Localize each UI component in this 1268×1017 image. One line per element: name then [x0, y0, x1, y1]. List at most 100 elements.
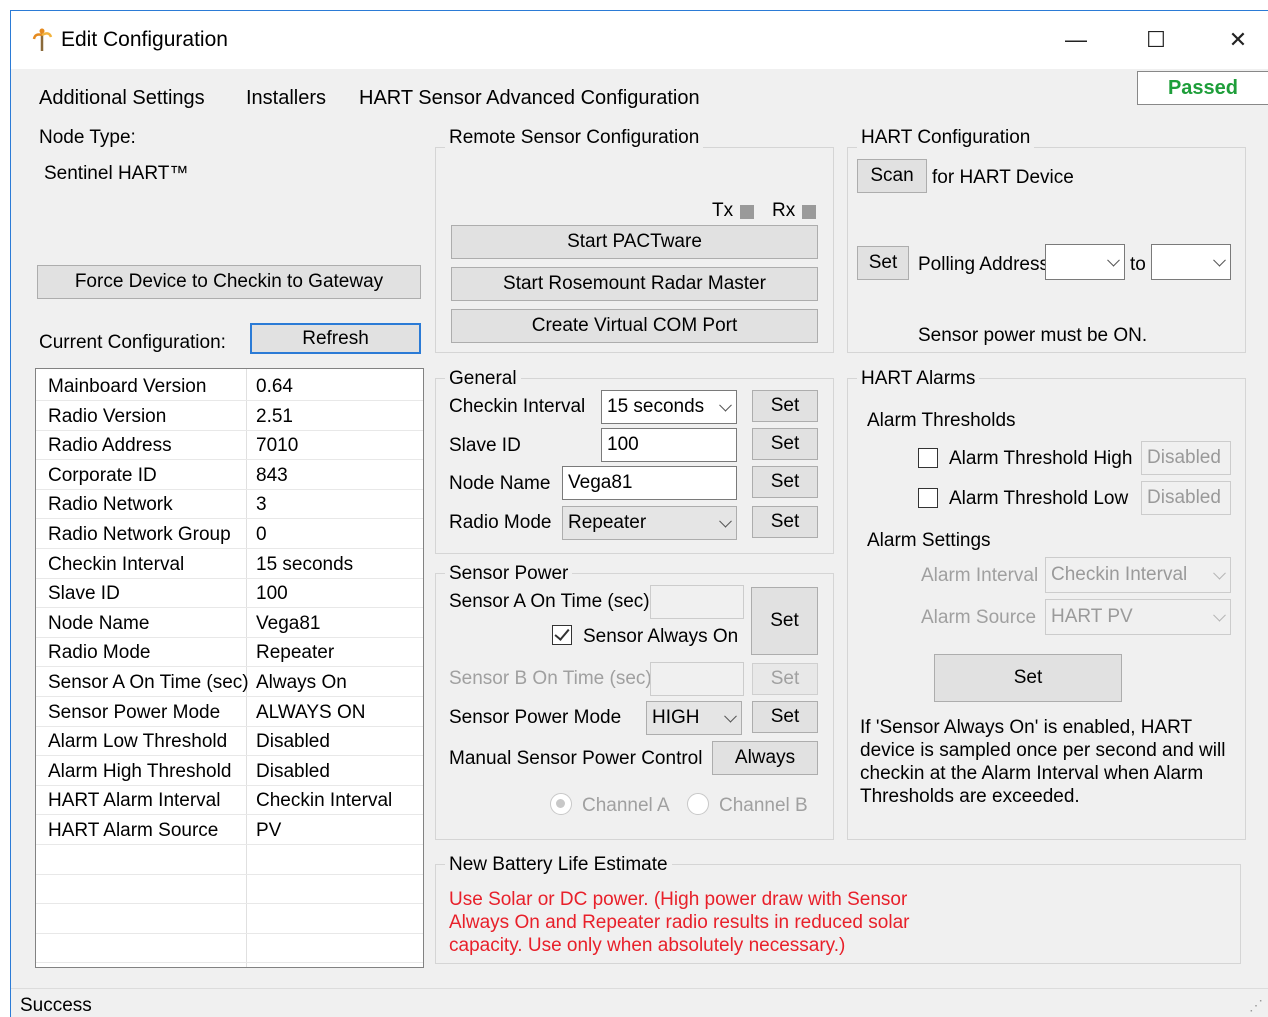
- tx-indicator: [740, 205, 754, 219]
- config-value: 0.64: [256, 376, 293, 397]
- config-key: Alarm Low Threshold: [48, 731, 228, 753]
- radio-mode-value: Repeater: [568, 512, 647, 533]
- radio-mode-set-button[interactable]: Set: [752, 506, 818, 538]
- close-icon[interactable]: ✕: [1215, 25, 1261, 55]
- resize-grip-icon[interactable]: ⋰: [1249, 997, 1263, 1014]
- config-value: Always On: [256, 672, 347, 693]
- channel-a-label: Channel A: [582, 795, 670, 816]
- chevron-down-icon: [719, 514, 732, 528]
- slave-id-label: Slave ID: [449, 435, 521, 456]
- config-key: HART Alarm Interval: [48, 790, 221, 812]
- slave-id-input[interactable]: 100: [601, 428, 737, 462]
- sensor-power-mode-select[interactable]: HIGH: [646, 701, 742, 735]
- node-name-set-button[interactable]: Set: [752, 466, 818, 498]
- alarm-threshold-low-label: Alarm Threshold Low: [949, 488, 1129, 509]
- table-row: Sensor A On Time (sec) Always On: [36, 667, 423, 697]
- config-key: Sensor Power Mode: [48, 701, 221, 723]
- sensor-always-on-checkbox[interactable]: [552, 625, 572, 645]
- slave-id-set-button[interactable]: Set: [752, 428, 818, 460]
- channel-b-radio[interactable]: [687, 793, 709, 815]
- start-pactware-button[interactable]: Start PACTware: [451, 225, 818, 259]
- manual-power-always-button[interactable]: Always: [712, 741, 818, 775]
- config-value: Disabled: [256, 760, 330, 782]
- table-row: Mainboard Version 0.64: [36, 371, 423, 401]
- hart-alarms-title: HART Alarms: [857, 368, 980, 390]
- battery-warning-line2: Always On and Repeater radio results in …: [449, 912, 910, 933]
- channel-a-radio[interactable]: [550, 793, 572, 815]
- sensor-b-set-button[interactable]: Set: [752, 663, 818, 695]
- table-row: Alarm High Threshold Disabled: [36, 756, 423, 786]
- menu-installers[interactable]: Installers: [246, 87, 326, 110]
- table-row: Radio Version 2.51: [36, 401, 423, 431]
- polling-address-to-select[interactable]: [1151, 244, 1231, 280]
- config-value: 843: [256, 464, 288, 486]
- polling-address-from-select[interactable]: [1045, 244, 1125, 280]
- sensor-power-note: Sensor power must be ON.: [918, 325, 1148, 346]
- alarm-threshold-low-checkbox[interactable]: [918, 488, 938, 508]
- node-name-input[interactable]: Vega81: [562, 466, 737, 500]
- window-title: Edit Configuration: [61, 28, 228, 51]
- polling-set-button[interactable]: Set: [857, 246, 909, 280]
- config-key: Radio Network: [48, 494, 173, 516]
- table-row: HART Alarm Interval Checkin Interval: [36, 785, 423, 816]
- checkin-interval-set-button[interactable]: Set: [752, 390, 818, 422]
- config-key: Radio Version: [48, 405, 167, 427]
- table-row: Corporate ID 843: [36, 460, 423, 490]
- config-value: Repeater: [256, 642, 335, 664]
- checkin-interval-select[interactable]: 15 seconds: [601, 390, 737, 424]
- radio-mode-select[interactable]: Repeater: [562, 506, 737, 540]
- alarm-threshold-high-checkbox[interactable]: [918, 448, 938, 468]
- menu-bar: Additional Settings Installers HART Sens…: [11, 69, 1268, 117]
- table-row: Radio Address 7010: [36, 430, 423, 461]
- alarm-interval-value: Checkin Interval: [1051, 564, 1188, 585]
- refresh-button[interactable]: Refresh: [250, 323, 421, 354]
- sensor-b-label: Sensor B On Time (sec): [449, 668, 652, 689]
- alarm-set-button[interactable]: Set: [934, 654, 1122, 702]
- start-radar-master-button[interactable]: Start Rosemount Radar Master: [451, 267, 818, 301]
- battery-warning-line1: Use Solar or DC power. (High power draw …: [449, 889, 908, 910]
- alarm-settings-label: Alarm Settings: [867, 530, 991, 551]
- config-key: HART Alarm Source: [48, 820, 219, 841]
- alarm-info-line4: Thresholds are exceeded.: [860, 786, 1080, 807]
- chevron-down-icon: [1213, 253, 1226, 267]
- status-bar: Success ⋰: [11, 988, 1268, 1017]
- scan-button[interactable]: Scan: [857, 159, 927, 193]
- maximize-icon[interactable]: ☐: [1133, 25, 1179, 55]
- table-row: [36, 933, 423, 964]
- node-type-value: Sentinel HART™: [44, 163, 189, 184]
- sensor-a-set-button[interactable]: Set: [751, 587, 818, 655]
- chevron-down-icon: [1107, 253, 1120, 267]
- status-text: Success: [20, 995, 92, 1016]
- menu-hart-advanced[interactable]: HART Sensor Advanced Configuration: [359, 87, 700, 110]
- tx-label: Tx: [712, 200, 734, 221]
- minimize-icon[interactable]: —: [1053, 25, 1099, 55]
- config-value: 7010: [256, 435, 299, 457]
- config-key: Slave ID: [48, 583, 120, 605]
- sensor-power-mode-value: HIGH: [652, 707, 700, 728]
- hart-configuration-title: HART Configuration: [857, 127, 1035, 149]
- config-value: Disabled: [256, 731, 330, 753]
- node-type-label: Node Type:: [39, 127, 136, 148]
- create-com-port-button[interactable]: Create Virtual COM Port: [451, 309, 818, 343]
- force-checkin-button[interactable]: Force Device to Checkin to Gateway: [37, 265, 421, 299]
- sensor-a-on-time-input[interactable]: [650, 585, 744, 619]
- table-row: [36, 874, 423, 905]
- chevron-down-icon: [1213, 566, 1226, 580]
- config-key: Mainboard Version: [48, 376, 207, 397]
- sensor-power-mode-set-button[interactable]: Set: [752, 701, 818, 733]
- battery-warning-line3: capacity. Use only when absolutely neces…: [449, 935, 846, 956]
- alarm-interval-select[interactable]: Checkin Interval: [1045, 557, 1231, 593]
- sensor-a-label: Sensor A On Time (sec): [449, 591, 650, 612]
- rx-label: Rx: [772, 200, 796, 221]
- sensor-power-mode-label: Sensor Power Mode: [449, 707, 622, 728]
- sensor-power-title: Sensor Power: [445, 563, 573, 585]
- alarm-thresholds-label: Alarm Thresholds: [867, 410, 1016, 431]
- alarm-source-select[interactable]: HART PV: [1045, 599, 1231, 635]
- sensor-b-on-time-input[interactable]: [650, 662, 744, 696]
- alarm-threshold-high-input[interactable]: Disabled: [1141, 441, 1231, 475]
- alarm-threshold-low-input[interactable]: Disabled: [1141, 481, 1231, 515]
- menu-additional-settings[interactable]: Additional Settings: [39, 87, 205, 110]
- table-row: Node Name Vega81: [36, 608, 423, 638]
- alarm-info-line3: checkin at the Alarm Interval when Alarm: [860, 763, 1204, 784]
- chevron-down-icon: [1213, 608, 1226, 622]
